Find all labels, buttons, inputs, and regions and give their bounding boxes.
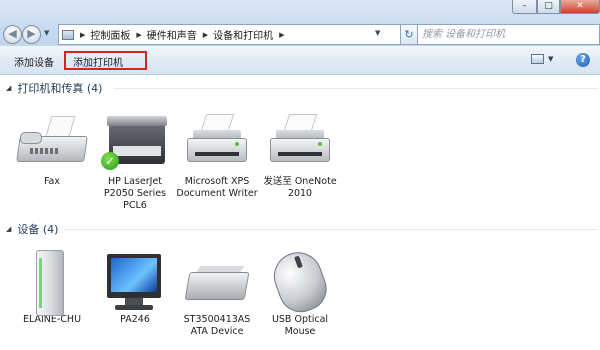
view-options-dropdown[interactable]: ▼ <box>548 55 553 63</box>
fax-icon <box>16 112 88 174</box>
address-bar[interactable]: ▶ 控制面板 ▶ 硬件和声音 ▶ 设备和打印机 ▶ ▼ <box>58 24 401 45</box>
printers-group-header[interactable]: ◢ 打印机和传真 (4) <box>6 81 102 95</box>
breadcrumb-separator[interactable]: ▶ <box>80 31 85 39</box>
breadcrumb-control-panel[interactable]: 控制面板 <box>90 27 130 42</box>
address-dropdown-button[interactable]: ▼ <box>375 29 380 37</box>
maximize-button[interactable]: □ <box>537 0 560 14</box>
devices-group-header[interactable]: ◢ 设备 (4) <box>6 222 58 236</box>
breadcrumb-separator[interactable]: ▶ <box>203 31 208 39</box>
forward-button[interactable]: ▶ <box>22 25 41 44</box>
breadcrumb-separator[interactable]: ▶ <box>279 31 284 39</box>
default-printer-check-icon: ✓ <box>101 152 119 170</box>
hard-drive-icon <box>181 250 253 312</box>
device-label: HP LaserJet P2050 Series PCL6 <box>103 176 167 211</box>
printer-icon <box>264 112 336 174</box>
window-titlebar: – □ ✕ ◀ ▶ ▼ ▶ 控制面板 ▶ 硬件和声音 ▶ 设备和打印机 ▶ ▼ … <box>0 0 600 46</box>
control-panel-icon <box>62 29 74 40</box>
device-monitor[interactable]: PA246 <box>94 250 176 326</box>
device-hp-laserjet[interactable]: ✓ HP LaserJet P2050 Series PCL6 <box>94 112 176 212</box>
add-printer-button[interactable]: 添加打印机 <box>73 54 123 69</box>
device-fax[interactable]: Fax <box>11 112 93 188</box>
device-label: Fax <box>43 176 61 187</box>
device-label: PA246 <box>120 314 150 325</box>
refresh-button[interactable]: ↻ <box>401 24 418 45</box>
change-view-icon[interactable] <box>531 54 544 64</box>
monitor-icon <box>99 250 171 312</box>
multifunction-printer-icon: ✓ <box>99 112 171 174</box>
group-divider <box>114 88 598 89</box>
devices-group-title: 设备 (4) <box>17 223 59 236</box>
back-button[interactable]: ◀ <box>3 25 22 44</box>
help-icon[interactable]: ? <box>576 53 590 67</box>
command-bar: 添加设备 添加打印机 ▼ ? <box>0 46 600 75</box>
device-computer[interactable]: ELAINE-CHU <box>11 250 93 326</box>
add-device-button[interactable]: 添加设备 <box>14 54 54 69</box>
search-input[interactable]: 搜索 设备和打印机 <box>417 24 600 45</box>
breadcrumb-devices-printers[interactable]: 设备和打印机 <box>213 27 273 42</box>
computer-icon <box>16 250 88 316</box>
device-mouse[interactable]: USB Optical Mouse <box>259 245 341 338</box>
minimize-button[interactable]: – <box>512 0 537 14</box>
group-divider <box>64 229 598 230</box>
device-hard-drive[interactable]: ST3500413AS ATA Device <box>176 250 258 338</box>
printer-icon <box>181 112 253 174</box>
device-label: 发送至 OneNote 2010 <box>263 176 337 199</box>
printers-group-title: 打印机和传真 (4) <box>17 82 103 95</box>
device-xps-writer[interactable]: Microsoft XPS Document Writer <box>176 112 258 200</box>
mouse-icon <box>264 245 336 319</box>
recent-pages-dropdown[interactable]: ▼ <box>44 29 49 37</box>
device-label: USB Optical Mouse <box>271 314 329 337</box>
device-label: ST3500413AS ATA Device <box>183 314 251 337</box>
device-onenote[interactable]: 发送至 OneNote 2010 <box>259 112 341 200</box>
close-button[interactable]: ✕ <box>560 0 600 14</box>
device-label: Microsoft XPS Document Writer <box>176 176 258 199</box>
collapse-arrow-icon[interactable]: ◢ <box>6 84 11 92</box>
collapse-arrow-icon[interactable]: ◢ <box>6 225 11 233</box>
search-placeholder: 搜索 设备和打印机 <box>422 29 506 40</box>
breadcrumb-separator[interactable]: ▶ <box>136 31 141 39</box>
breadcrumb-hardware-sound[interactable]: 硬件和声音 <box>147 27 197 42</box>
